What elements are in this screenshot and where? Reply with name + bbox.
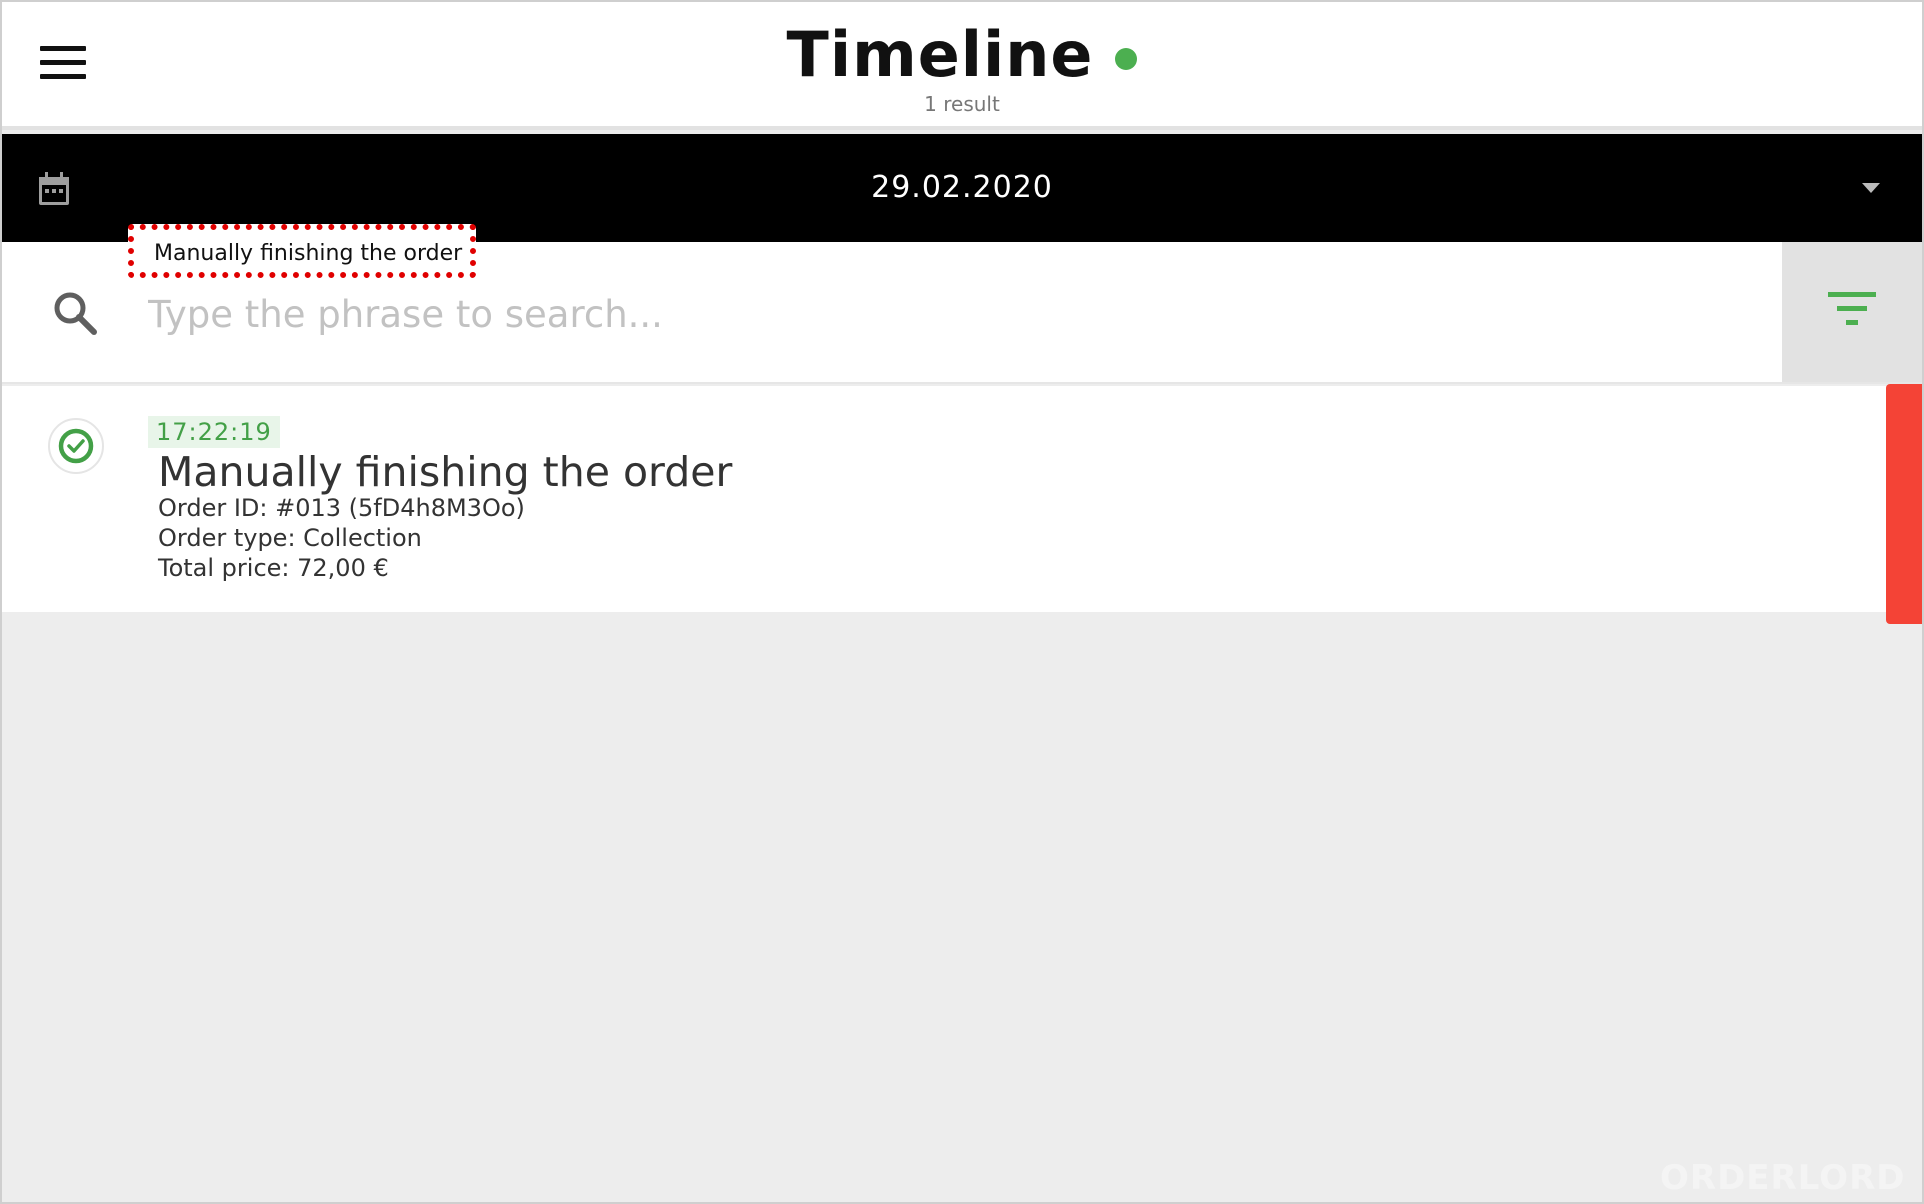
result-count: 1 result [924, 92, 1000, 116]
entry-time: 17:22:19 [148, 416, 280, 448]
watermark-logo: ORDERLORD [1660, 1158, 1906, 1198]
filter-button[interactable] [1782, 242, 1924, 382]
chevron-down-icon[interactable] [1862, 183, 1880, 193]
online-status-dot [1115, 48, 1138, 70]
app-header: Timeline 1 result [0, 0, 1924, 130]
check-circle-icon [58, 428, 94, 464]
search-icon [54, 292, 97, 335]
tooltip: Manually finishing the order [128, 224, 476, 278]
entry-total-price: Total price: 72,00 € [158, 554, 389, 582]
search-input[interactable] [148, 286, 1448, 342]
page-title: Timeline [786, 18, 1094, 91]
entry-order-id: Order ID: #013 (5fD4h8M3Oo) [158, 494, 525, 522]
entry-title: Manually finishing the order [158, 448, 733, 496]
selected-date: 29.02.2020 [871, 170, 1053, 205]
filter-icon [1828, 292, 1876, 325]
entry-order-type: Order type: Collection [158, 524, 422, 552]
title-wrap: Timeline [0, 18, 1924, 91]
entry-status [48, 418, 104, 474]
timeline-entry[interactable]: 17:22:19 Manually finishing the order Or… [0, 386, 1924, 612]
entry-side-marker[interactable] [1886, 384, 1924, 624]
